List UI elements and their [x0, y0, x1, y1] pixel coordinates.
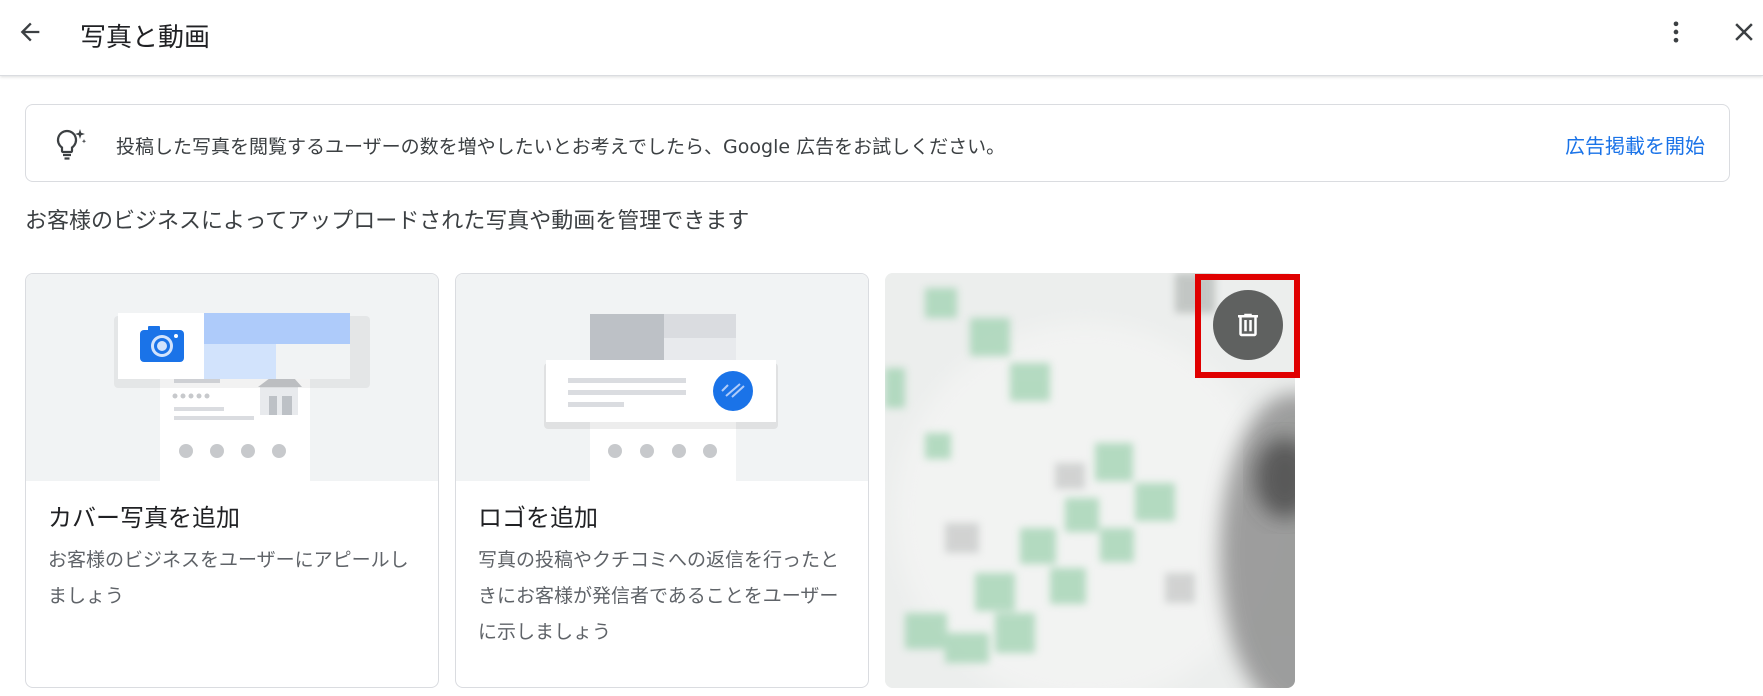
- page-title: 写真と動画: [80, 23, 211, 53]
- ads-promo-banner: 投稿した写真を閲覧するユーザーの数を増やしたいとお考えでしたら、Google 広…: [25, 104, 1730, 182]
- arrow-back-icon: [20, 22, 40, 42]
- card-title: カバー写真を追加: [48, 504, 240, 532]
- section-description: お客様のビジネスによってアップロードされた写真や動画を管理できます: [25, 209, 750, 234]
- card-description: お客様のビジネスをユーザーにアピールしましょう: [48, 549, 409, 607]
- close-button[interactable]: [1724, 12, 1763, 52]
- cover-photo-illustration: [26, 274, 438, 481]
- start-ads-link[interactable]: 広告掲載を開始: [1565, 130, 1705, 159]
- trash-icon: [1238, 313, 1258, 337]
- banner-message: 投稿した写真を閲覧するユーザーの数を増やしたいとお考えでしたら、Google 広…: [116, 136, 1006, 158]
- card-description: 写真の投稿やクチコミへの返信を行ったときにお客様が発信者であることをユーザーに示…: [478, 549, 840, 643]
- add-logo-card[interactable]: ロゴを追加 写真の投稿やクチコミへの返信を行ったときにお客様が発信者であることを…: [455, 273, 869, 688]
- card-title: ロゴを追加: [478, 504, 598, 532]
- lightbulb-sparkle-icon: [56, 129, 87, 160]
- back-button[interactable]: [10, 12, 50, 52]
- more-options-button[interactable]: [1656, 12, 1696, 52]
- close-icon: [1735, 23, 1753, 41]
- more-vert-icon: [1673, 21, 1679, 43]
- add-cover-photo-card[interactable]: カバー写真を追加 お客様のビジネスをユーザーにアピールしましょう: [25, 273, 439, 688]
- logo-illustration: [456, 274, 868, 481]
- delete-photo-button[interactable]: [1213, 290, 1283, 360]
- top-bar: 写真と動画: [0, 0, 1763, 76]
